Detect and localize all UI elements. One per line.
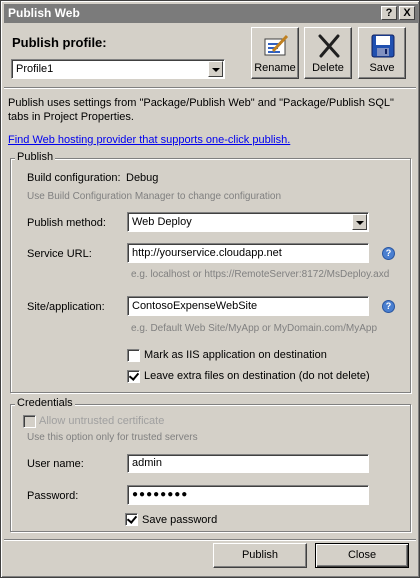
site-application-hint: e.g. Default Web Site/MyApp or MyDomain.… (131, 323, 378, 334)
publish-method-label: Publish method: (27, 217, 106, 229)
password-input[interactable]: ●●●●●●●● (127, 485, 369, 505)
footer-separator (4, 539, 416, 541)
leave-files-checkbox[interactable] (127, 370, 140, 383)
hosting-provider-link[interactable]: Find Web hosting provider that supports … (8, 134, 290, 146)
credentials-group-title: Credentials (15, 397, 75, 409)
floppy-disk-icon (371, 34, 395, 58)
save-button[interactable]: Save (358, 27, 406, 79)
site-application-input[interactable]: ContosoExpenseWebSite (127, 296, 369, 316)
help-title-button[interactable]: ? (381, 6, 397, 20)
untrusted-cert-checkbox (23, 415, 36, 428)
build-config-value: Debug (126, 172, 159, 184)
mark-iis-label[interactable]: Mark as IIS application on destination (144, 349, 327, 361)
build-config-label: Build configuration: (27, 172, 121, 184)
publish-description: Publish uses settings from "Package/Publ… (8, 97, 394, 123)
password-label: Password: (27, 490, 79, 502)
publish-button[interactable]: Publish (213, 543, 307, 568)
site-application-value: ContosoExpenseWebSite (132, 300, 258, 312)
publish-method-value: Web Deploy (132, 216, 192, 228)
mark-iis-checkbox[interactable] (127, 349, 140, 362)
rename-label: Rename (254, 62, 296, 74)
profile-dropdown[interactable]: Profile1 (11, 59, 225, 79)
username-input[interactable]: admin (127, 454, 369, 473)
delete-button[interactable]: Delete (304, 27, 352, 79)
service-url-hint: e.g. localhost or https://RemoteServer:8… (131, 269, 390, 280)
save-password-checkbox[interactable] (125, 513, 138, 526)
chevron-down-icon[interactable] (208, 61, 223, 77)
window-title: Publish Web (8, 6, 80, 20)
close-title-button[interactable]: X (399, 6, 415, 20)
username-label: User name: (27, 458, 84, 470)
site-application-label: Site/application: (27, 301, 105, 313)
rename-button[interactable]: Rename (251, 27, 299, 79)
rename-icon (264, 34, 289, 56)
service-url-label: Service URL: (27, 248, 92, 260)
leave-files-label[interactable]: Leave extra files on destination (do not… (144, 370, 370, 382)
untrusted-cert-hint: Use this option only for trusted servers (27, 432, 198, 443)
service-url-value: http://yourservice.cloudapp.net (132, 247, 282, 259)
title-bar[interactable]: Publish Web ? X (4, 4, 418, 23)
close-button[interactable]: Close (315, 543, 409, 568)
untrusted-cert-label: Allow untrusted certificate (39, 415, 165, 427)
site-application-help-icon[interactable]: ? (382, 300, 395, 313)
save-password-label[interactable]: Save password (142, 514, 217, 526)
publish-method-dropdown[interactable]: Web Deploy (127, 212, 369, 232)
publish-web-dialog: Publish Web ? X Publish profile: Profile… (0, 0, 420, 578)
service-url-input[interactable]: http://yourservice.cloudapp.net (127, 243, 369, 263)
password-value: ●●●●●●●● (132, 489, 189, 500)
delete-x-icon (318, 34, 340, 58)
build-config-hint: Use Build Configuration Manager to chang… (27, 191, 282, 202)
delete-label: Delete (312, 62, 344, 74)
publish-profile-label: Publish profile: (12, 35, 107, 50)
save-label: Save (369, 62, 395, 74)
service-url-help-icon[interactable]: ? (382, 247, 395, 260)
separator (4, 87, 416, 89)
publish-group-title: Publish (15, 151, 56, 163)
profile-dropdown-value: Profile1 (16, 63, 54, 75)
chevron-down-icon[interactable] (352, 214, 367, 230)
username-value: admin (132, 457, 162, 469)
